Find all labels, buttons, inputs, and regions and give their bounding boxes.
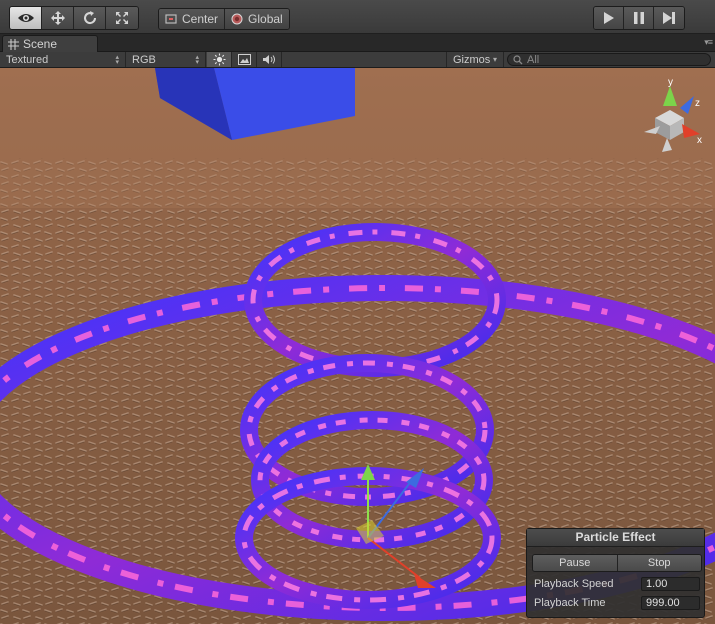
image-icon xyxy=(237,54,251,65)
particle-stop-button[interactable]: Stop xyxy=(616,555,701,571)
playback-speed-field[interactable]: 1.00 xyxy=(641,576,700,591)
playback-controls xyxy=(593,6,685,30)
gizmo-y-label: y xyxy=(668,77,673,88)
particle-effect-panel: Particle Effect Pause Stop Playback Spee… xyxy=(526,528,705,618)
globe-icon xyxy=(231,13,243,25)
pivot-center-label: Center xyxy=(182,12,219,26)
eye-icon xyxy=(17,14,34,22)
dropdown-arrows-icon: ▴ ▾ xyxy=(195,53,199,66)
rotate-tool-button[interactable] xyxy=(74,7,106,29)
pivot-toggles: Center Global xyxy=(158,8,290,30)
scene-control-bar: Textured ▴ ▾ RGB ▴ ▾ Gizmos ▾ xyxy=(0,52,715,68)
step-button[interactable] xyxy=(654,7,684,29)
move-tool-button[interactable] xyxy=(42,7,74,29)
pivot-center-button[interactable]: Center xyxy=(159,9,226,29)
gizmo-x-label: x xyxy=(697,135,702,146)
particle-pause-button[interactable]: Pause xyxy=(533,555,617,571)
pause-button[interactable] xyxy=(624,7,654,29)
step-icon xyxy=(663,12,675,24)
particle-playback-buttons: Pause Stop xyxy=(532,554,702,572)
playback-time-label: Playback Time xyxy=(534,596,606,609)
scene-lighting-toggle[interactable] xyxy=(207,52,232,67)
sun-icon xyxy=(213,53,225,66)
render-mode-dropdown[interactable]: Textured ▴ ▾ xyxy=(0,52,126,67)
play-button[interactable] xyxy=(594,7,624,29)
pause-icon xyxy=(633,12,644,24)
move-arrows-icon xyxy=(50,11,65,25)
render-mode-label: Textured xyxy=(6,53,49,66)
transform-tools xyxy=(9,6,139,30)
color-mode-label: RGB xyxy=(132,53,156,66)
particle-effect-title: Particle Effect xyxy=(527,529,704,547)
playback-time-field[interactable]: 999.00 xyxy=(641,595,700,610)
view-tool-button[interactable] xyxy=(10,7,42,29)
grid-icon xyxy=(8,38,19,50)
tab-menu-icon[interactable]: ▾≡ xyxy=(704,37,713,48)
tab-scene-label: Scene xyxy=(23,37,58,51)
scene-search-input[interactable] xyxy=(527,53,697,66)
tab-strip: Scene ▾≡ xyxy=(0,34,715,52)
playback-speed-label: Playback Speed xyxy=(534,577,614,590)
tab-scene[interactable]: Scene xyxy=(2,35,98,52)
speaker-icon xyxy=(263,55,275,64)
scale-tool-button[interactable] xyxy=(106,7,138,29)
scene-search xyxy=(507,53,711,66)
main-toolbar: Center Global xyxy=(0,0,715,34)
rotate-icon xyxy=(83,11,96,25)
play-icon xyxy=(603,12,614,24)
gizmos-label: Gizmos xyxy=(453,53,491,66)
ground-haze xyxy=(0,68,715,208)
scene-image-toggle[interactable] xyxy=(232,52,257,67)
scale-icon xyxy=(116,12,128,24)
pivot-icon xyxy=(165,14,177,24)
color-mode-dropdown[interactable]: RGB ▴ ▾ xyxy=(126,52,206,67)
dropdown-arrows-icon: ▴ ▾ xyxy=(115,53,119,66)
pivot-global-label: Global xyxy=(248,12,283,26)
playback-time-row: Playback Time 999.00 xyxy=(534,595,702,610)
chevron-down-icon: ▾ xyxy=(492,55,497,64)
search-icon xyxy=(513,54,523,64)
gizmos-dropdown[interactable]: Gizmos ▾ xyxy=(446,52,504,67)
playback-speed-row: Playback Speed 1.00 xyxy=(534,576,702,591)
gizmo-z-label: z xyxy=(695,98,700,109)
pivot-global-button[interactable]: Global xyxy=(225,9,289,29)
scene-audio-toggle[interactable] xyxy=(257,52,282,67)
